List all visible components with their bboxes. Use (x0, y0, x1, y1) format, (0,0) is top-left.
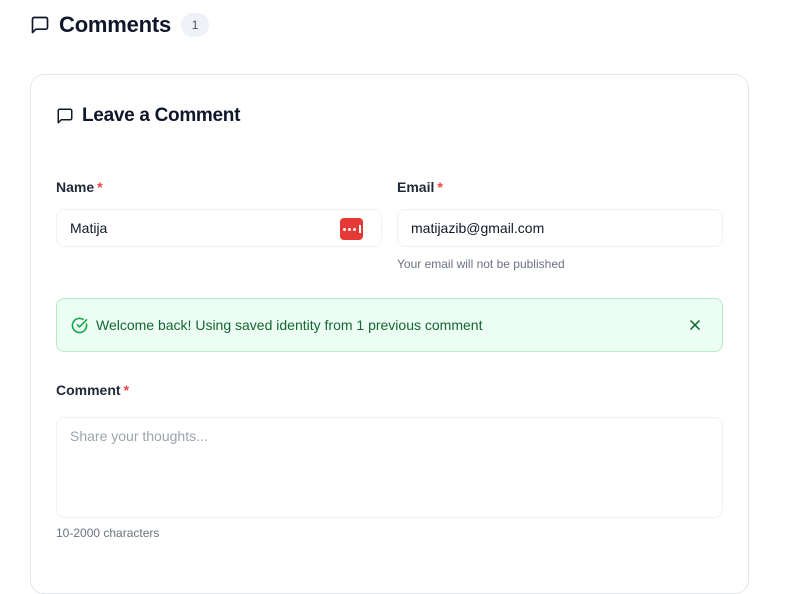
name-field-value: Matija (70, 220, 108, 236)
close-icon[interactable] (686, 316, 704, 334)
alert-message: Welcome back! Using saved identity from … (96, 317, 483, 333)
email-label-text: Email (397, 179, 435, 195)
comments-count-badge: 1 (181, 13, 210, 37)
comment-form-card: Leave a Comment Name * Matija Email * mati… (30, 74, 749, 594)
form-title: Leave a Comment (56, 105, 240, 127)
name-label-text: Name (56, 179, 95, 195)
email-field-value: matijazib@gmail.com (411, 220, 545, 236)
required-mark: * (97, 179, 103, 195)
required-mark: * (437, 179, 443, 195)
message-square-icon (56, 107, 74, 125)
name-field[interactable]: Matija (56, 209, 382, 247)
comments-title: Comments (59, 12, 172, 37)
check-circle-icon (71, 317, 88, 334)
form-title-label: Leave a Comment (82, 105, 241, 126)
required-mark: * (123, 382, 130, 398)
saved-identity-alert: Welcome back! Using saved identity from … (56, 298, 723, 352)
comment-length-hint: 10-2000 characters (56, 526, 160, 540)
email-hint: Your email will not be published (397, 257, 565, 271)
comment-textarea[interactable] (56, 417, 723, 518)
password-manager-icon[interactable] (340, 218, 363, 240)
comment-label: Comment * (56, 382, 129, 398)
email-field[interactable]: matijazib@gmail.com (397, 209, 723, 247)
message-square-icon (30, 15, 50, 35)
name-label: Name * (56, 179, 103, 195)
email-label: Email * (397, 179, 443, 195)
comment-label-text: Comment (56, 382, 121, 398)
comments-header: Comments 1 (30, 12, 210, 38)
